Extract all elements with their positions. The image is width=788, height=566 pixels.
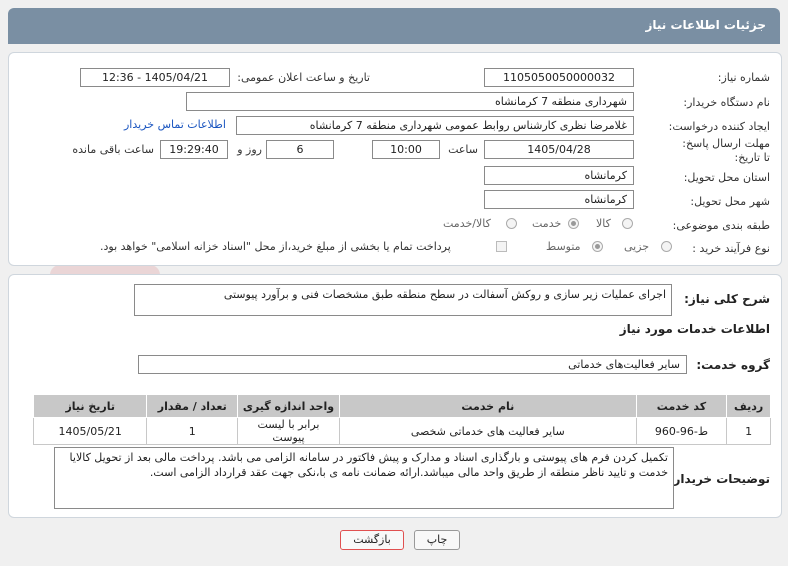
category-option-service: خدمت bbox=[532, 217, 562, 230]
category-radio-goods-service[interactable] bbox=[506, 218, 517, 229]
creator-label: ایجاد کننده درخواست: bbox=[668, 120, 770, 133]
buyer-contact-link[interactable]: اطلاعات تماس خریدار bbox=[124, 118, 226, 131]
cell-unit: برابر با لیست پیوست bbox=[236, 417, 340, 445]
services-section-title: اطلاعات خدمات مورد نیاز bbox=[619, 322, 770, 336]
days-label: روز و bbox=[237, 143, 262, 156]
buyer-notes-label: توضیحات خریدار: bbox=[668, 472, 770, 486]
treasury-payment-note: پرداخت تمام یا بخشی از مبلغ خرید،از محل … bbox=[100, 240, 451, 253]
page-title: جزئیات اطلاعات نیاز bbox=[645, 18, 766, 32]
print-button[interactable]: چاپ bbox=[414, 530, 460, 550]
city-label: شهر محل تحویل: bbox=[690, 195, 770, 208]
purchase-option-minor: جزیی bbox=[624, 240, 650, 253]
remaining-days-field[interactable]: 6 bbox=[266, 140, 334, 159]
buyer-org-label: نام دستگاه خریدار: bbox=[683, 96, 770, 109]
service-group-label: گروه خدمت: bbox=[696, 358, 770, 372]
back-button[interactable]: بازگشت bbox=[340, 530, 404, 550]
category-radio-service[interactable] bbox=[568, 218, 579, 229]
announce-field[interactable]: 1405/04/21 - 12:36 bbox=[80, 68, 230, 87]
deadline-date-field[interactable]: 1405/04/28 bbox=[484, 140, 634, 159]
purchase-type-label: نوع فرآیند خرید : bbox=[692, 242, 770, 255]
creator-field[interactable]: غلامرضا نظری کارشناس روابط عمومی شهرداری… bbox=[236, 116, 634, 135]
cell-service-code: ط-96-960 bbox=[635, 417, 728, 445]
buyer-notes-field[interactable]: تکمیل کردن فرم های پیوستی و بارگذاری اسن… bbox=[54, 447, 674, 509]
description-field[interactable]: اجرای عملیات زیر سازی و روکش آسفالت در س… bbox=[134, 284, 672, 316]
category-label: طبقه بندی موضوعی: bbox=[672, 219, 770, 232]
col-service-code: کد خدمت bbox=[635, 394, 728, 418]
service-group-field[interactable]: سایر فعالیت‌های خدماتی bbox=[138, 355, 687, 374]
buyer-org-field[interactable]: شهرداری منطقه 7 کرمانشاه bbox=[186, 92, 634, 111]
col-quantity: تعداد / مقدار bbox=[146, 394, 238, 418]
city-field[interactable]: کرمانشاه bbox=[484, 190, 634, 209]
col-service-name: نام خدمت bbox=[338, 394, 637, 418]
deadline-time-field[interactable]: 10:00 bbox=[372, 140, 440, 159]
province-label: استان محل تحویل: bbox=[683, 171, 770, 184]
treasury-payment-checkbox[interactable] bbox=[496, 241, 507, 252]
purchase-radio-minor[interactable] bbox=[661, 241, 672, 252]
description-label: شرح کلی نیاز: bbox=[684, 292, 770, 306]
announce-label: تاریخ و ساعت اعلان عمومی: bbox=[237, 71, 370, 84]
col-unit: واحد اندازه گیری bbox=[236, 394, 340, 418]
category-option-goods: کالا bbox=[596, 217, 611, 230]
table-header-row: ردیف کد خدمت نام خدمت واحد اندازه گیری ت… bbox=[32, 394, 771, 418]
services-table: ردیف کد خدمت نام خدمت واحد اندازه گیری ت… bbox=[32, 394, 771, 445]
cell-service-name: سایر فعالیت های خدماتی شخصی bbox=[338, 417, 637, 445]
deadline-label: مهلت ارسال پاسخ: تا تاریخ: bbox=[682, 137, 770, 164]
province-field[interactable]: کرمانشاه bbox=[484, 166, 634, 185]
purchase-radio-medium[interactable] bbox=[592, 241, 603, 252]
category-option-goods-service: کالا/خدمت bbox=[443, 217, 491, 230]
cell-quantity: 1 bbox=[146, 417, 238, 445]
col-row-number: ردیف bbox=[726, 394, 771, 418]
title-bar: جزئیات اطلاعات نیاز bbox=[8, 8, 780, 44]
category-radio-goods[interactable] bbox=[622, 218, 633, 229]
remaining-time-label: ساعت باقی مانده bbox=[72, 143, 154, 156]
need-number-field[interactable]: 1105050050000032 bbox=[484, 68, 634, 87]
need-number-label: شماره نیاز: bbox=[717, 71, 770, 84]
table-row[interactable]: 1 ط-96-960 سایر فعالیت های خدماتی شخصی ب… bbox=[32, 417, 771, 445]
col-need-date: تاریخ نیاز bbox=[32, 394, 148, 418]
cell-need-date: 1405/05/21 bbox=[32, 417, 148, 445]
deadline-time-label: ساعت bbox=[448, 143, 478, 156]
purchase-option-medium: متوسط bbox=[546, 240, 581, 253]
cell-row-number: 1 bbox=[726, 417, 771, 445]
remaining-time-field[interactable]: 19:29:40 bbox=[160, 140, 228, 159]
